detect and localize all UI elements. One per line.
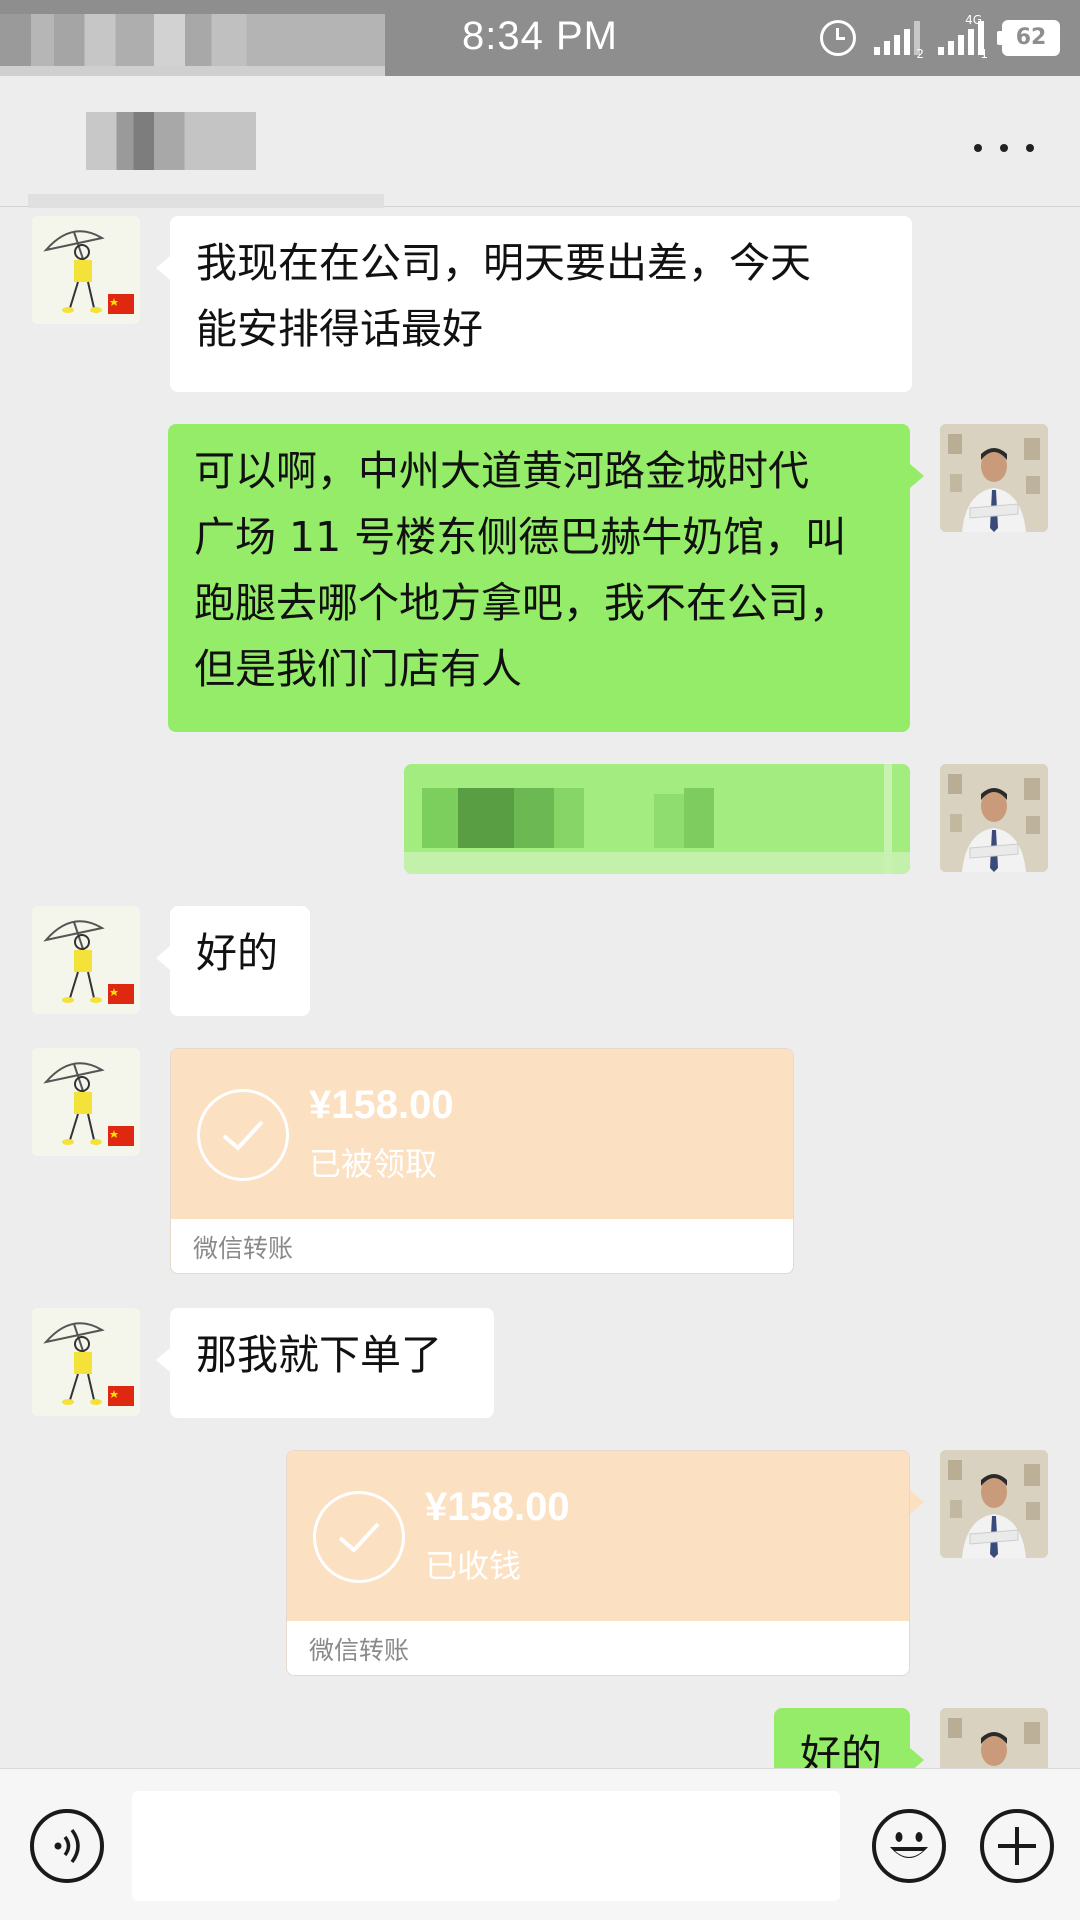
message-bubble-incoming[interactable]: 那我就下单了 xyxy=(156,1308,494,1418)
message-text-line: 能安排得话最好 xyxy=(196,305,483,353)
umbrella-figure-avatar-icon xyxy=(32,216,140,324)
plus-icon xyxy=(998,1827,1036,1865)
battery-icon: 62 xyxy=(997,20,1060,56)
emoji-button[interactable] xyxy=(872,1809,946,1883)
message-text-line: 可以啊，中州大道黄河路金城时代 xyxy=(194,447,809,495)
more-icon-dot xyxy=(1026,144,1034,152)
more-icon xyxy=(974,144,982,152)
message-text-line: 跑腿去哪个地方拿吧，我不在公司， xyxy=(194,579,850,627)
my-avatar[interactable] xyxy=(940,424,1048,532)
umbrella-figure-avatar-icon xyxy=(32,906,140,1014)
umbrella-figure-avatar-icon xyxy=(32,1308,140,1416)
message-bubble-outgoing-redacted[interactable] xyxy=(404,764,910,874)
chat-header xyxy=(0,76,1080,208)
transfer-status: 已被领取 xyxy=(309,1145,438,1183)
more-icon-dot xyxy=(1000,144,1008,152)
transfer-label: 微信转账 xyxy=(193,1234,294,1263)
emoji-icon xyxy=(890,1832,928,1858)
person-portrait-avatar-icon xyxy=(940,1450,1048,1558)
message-text-line: 但是我们门店有人 xyxy=(194,645,522,693)
status-icons: 2 4G 1 62 xyxy=(820,13,1060,61)
more-options-button[interactable] xyxy=(974,130,1034,166)
contact-avatar[interactable] xyxy=(32,906,140,1014)
transfer-label: 微信转账 xyxy=(309,1636,410,1665)
signal-sim1-icon: 2 xyxy=(874,21,924,61)
check-icon xyxy=(197,1089,289,1181)
plus-button[interactable] xyxy=(980,1809,1054,1883)
message-text-line: 广场 11 号楼东侧德巴赫牛奶馆，叫 xyxy=(194,513,847,561)
umbrella-figure-avatar-icon xyxy=(32,1048,140,1156)
transfer-card-tail xyxy=(910,1490,924,1514)
message-text-line: 那我就下单了 xyxy=(196,1331,442,1379)
message-text-line: 好的 xyxy=(196,929,278,977)
header-redacted-strip xyxy=(28,194,384,208)
transfer-status: 已收钱 xyxy=(425,1547,522,1585)
sim2-index: 1 xyxy=(980,47,988,61)
contact-avatar[interactable] xyxy=(32,1048,140,1156)
check-icon xyxy=(313,1491,405,1583)
voice-button[interactable] xyxy=(30,1809,104,1883)
transfer-amount: ¥158.00 xyxy=(425,1485,570,1529)
signal-sim2-icon: 4G 1 xyxy=(938,13,988,61)
contact-avatar[interactable] xyxy=(32,1308,140,1416)
input-bar xyxy=(0,1768,1080,1920)
sim1-index: 2 xyxy=(916,47,924,61)
voice-icon xyxy=(54,1828,80,1864)
message-input[interactable] xyxy=(132,1791,840,1901)
network-type: 4G xyxy=(965,13,982,27)
transfer-card-outgoing[interactable]: ¥158.00 已收钱 微信转账 xyxy=(286,1450,910,1676)
alarm-icon xyxy=(820,20,856,56)
message-text-line: 我现在在公司，明天要出差，今天 xyxy=(196,239,811,287)
transfer-card-incoming[interactable]: ¥158.00 已被领取 微信转账 xyxy=(170,1048,794,1274)
message-bubble-incoming[interactable]: 我现在在公司，明天要出差，今天 能安排得话最好 xyxy=(156,216,912,392)
message-bubble-outgoing[interactable]: 可以啊，中州大道黄河路金城时代 广场 11 号楼东侧德巴赫牛奶馆，叫 跑腿去哪个… xyxy=(168,424,924,732)
person-portrait-avatar-icon xyxy=(940,764,1048,872)
contact-name-redacted xyxy=(86,112,256,170)
contact-avatar[interactable] xyxy=(32,216,140,324)
my-avatar[interactable] xyxy=(940,1450,1048,1558)
message-bubble-incoming[interactable]: 好的 xyxy=(156,906,310,1016)
my-avatar[interactable] xyxy=(940,764,1048,872)
status-bar: 8:34 PM 2 4G 1 62 xyxy=(0,0,1080,82)
transfer-amount: ¥158.00 xyxy=(309,1083,454,1127)
person-portrait-avatar-icon xyxy=(940,424,1048,532)
